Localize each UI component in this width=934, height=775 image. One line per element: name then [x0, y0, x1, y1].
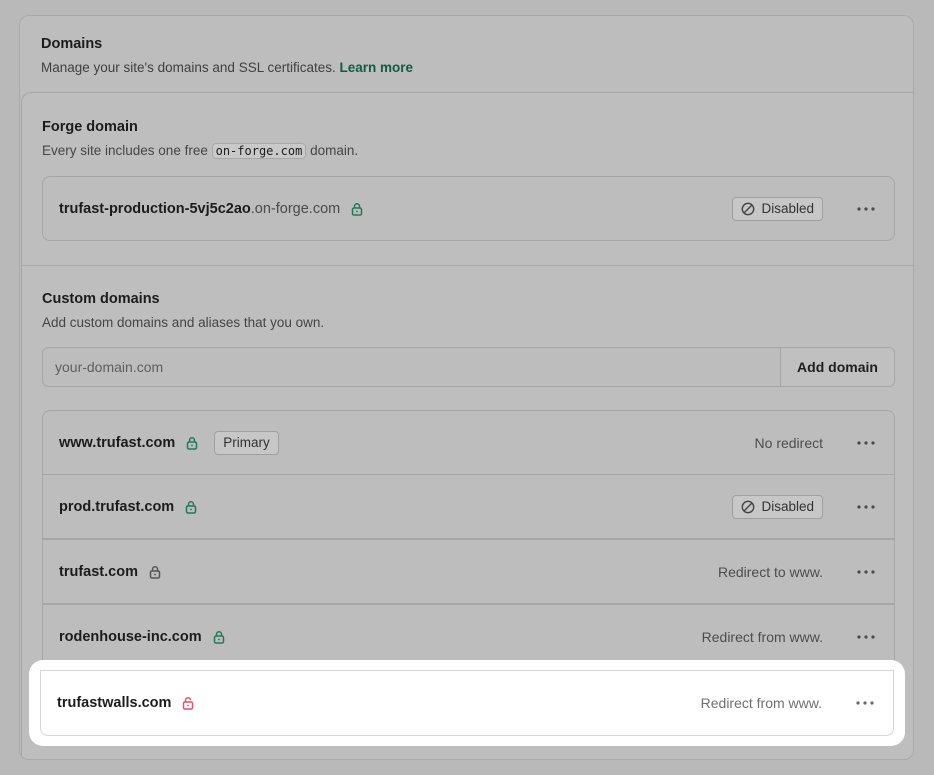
learn-more-link[interactable]: Learn more: [340, 60, 414, 75]
status-badge: Disabled: [732, 494, 823, 519]
forge-domain-name: trufast-production-5vj5c2ao: [59, 200, 251, 217]
domain-input[interactable]: [43, 348, 780, 386]
page-title: Domains: [41, 36, 103, 52]
ellipsis-icon: [857, 569, 875, 574]
more-options-button[interactable]: [854, 627, 878, 647]
forge-domain-subtitle: Every site includes one free on-forge.co…: [42, 143, 359, 159]
domain-row: prod.trufast.com Disabled: [42, 474, 895, 539]
section-divider: [22, 265, 913, 266]
domain-name: rodenhouse-inc.com: [59, 628, 202, 645]
red-unlock-icon: [181, 696, 195, 710]
more-options-button[interactable]: [853, 693, 877, 713]
domain-name: trufast.com: [59, 563, 138, 580]
status-badge-label: Disabled: [761, 201, 814, 216]
gray-lock-icon: [148, 565, 162, 579]
more-options-button[interactable]: [854, 199, 878, 219]
redirect-status: No redirect: [754, 434, 823, 451]
green-lock-icon: [350, 202, 364, 216]
custom-domains-title: Custom domains: [42, 291, 160, 307]
green-lock-icon: [212, 630, 226, 644]
add-domain-button[interactable]: Add domain: [780, 348, 894, 386]
green-lock-icon: [184, 500, 198, 514]
ellipsis-icon: [857, 206, 875, 211]
domain-name: trufastwalls.com: [57, 695, 172, 711]
ellipsis-icon: [857, 440, 875, 445]
ellipsis-icon: [857, 504, 875, 509]
domain-row-highlighted: trufastwalls.com Redirect from www.: [40, 670, 894, 736]
add-domain-form: Add domain: [42, 347, 895, 387]
forge-subtitle-post: domain.: [310, 143, 359, 158]
forge-subtitle-code: on-forge.com: [211, 143, 307, 159]
domain-name: www.trufast.com: [59, 434, 176, 451]
primary-badge: Primary: [214, 430, 279, 455]
forge-domain-suffix: .on-forge.com: [250, 200, 341, 217]
forge-domain-row: trufast-production-5vj5c2ao .on-forge.com…: [42, 176, 895, 241]
disabled-icon: [742, 500, 755, 513]
forge-subtitle-pre: Every site includes one free: [42, 143, 208, 158]
status-badge: Disabled: [732, 196, 823, 221]
ellipsis-icon: [857, 634, 875, 639]
forge-domain-title: Forge domain: [42, 119, 138, 135]
more-options-button[interactable]: [854, 497, 878, 517]
more-options-button[interactable]: [854, 562, 878, 582]
domain-row: www.trufast.com Primary No redirect: [42, 410, 895, 475]
custom-domains-subtitle: Add custom domains and aliases that you …: [42, 315, 325, 330]
page-subtitle: Manage your site's domains and SSL certi…: [41, 60, 413, 75]
green-lock-icon: [185, 436, 199, 450]
page-subtitle-text: Manage your site's domains and SSL certi…: [41, 60, 336, 75]
redirect-status: Redirect from www.: [700, 695, 822, 711]
redirect-status: Redirect from www.: [701, 628, 823, 645]
redirect-status: Redirect to www.: [717, 563, 823, 580]
domain-row: trufast.com Redirect to www.: [42, 539, 895, 604]
disabled-icon: [742, 202, 755, 215]
ellipsis-icon: [856, 701, 874, 705]
more-options-button[interactable]: [854, 433, 878, 453]
status-badge-label: Disabled: [761, 499, 814, 514]
domains-card: Domains Manage your site's domains and S…: [19, 15, 914, 760]
domain-name: prod.trufast.com: [59, 498, 175, 515]
